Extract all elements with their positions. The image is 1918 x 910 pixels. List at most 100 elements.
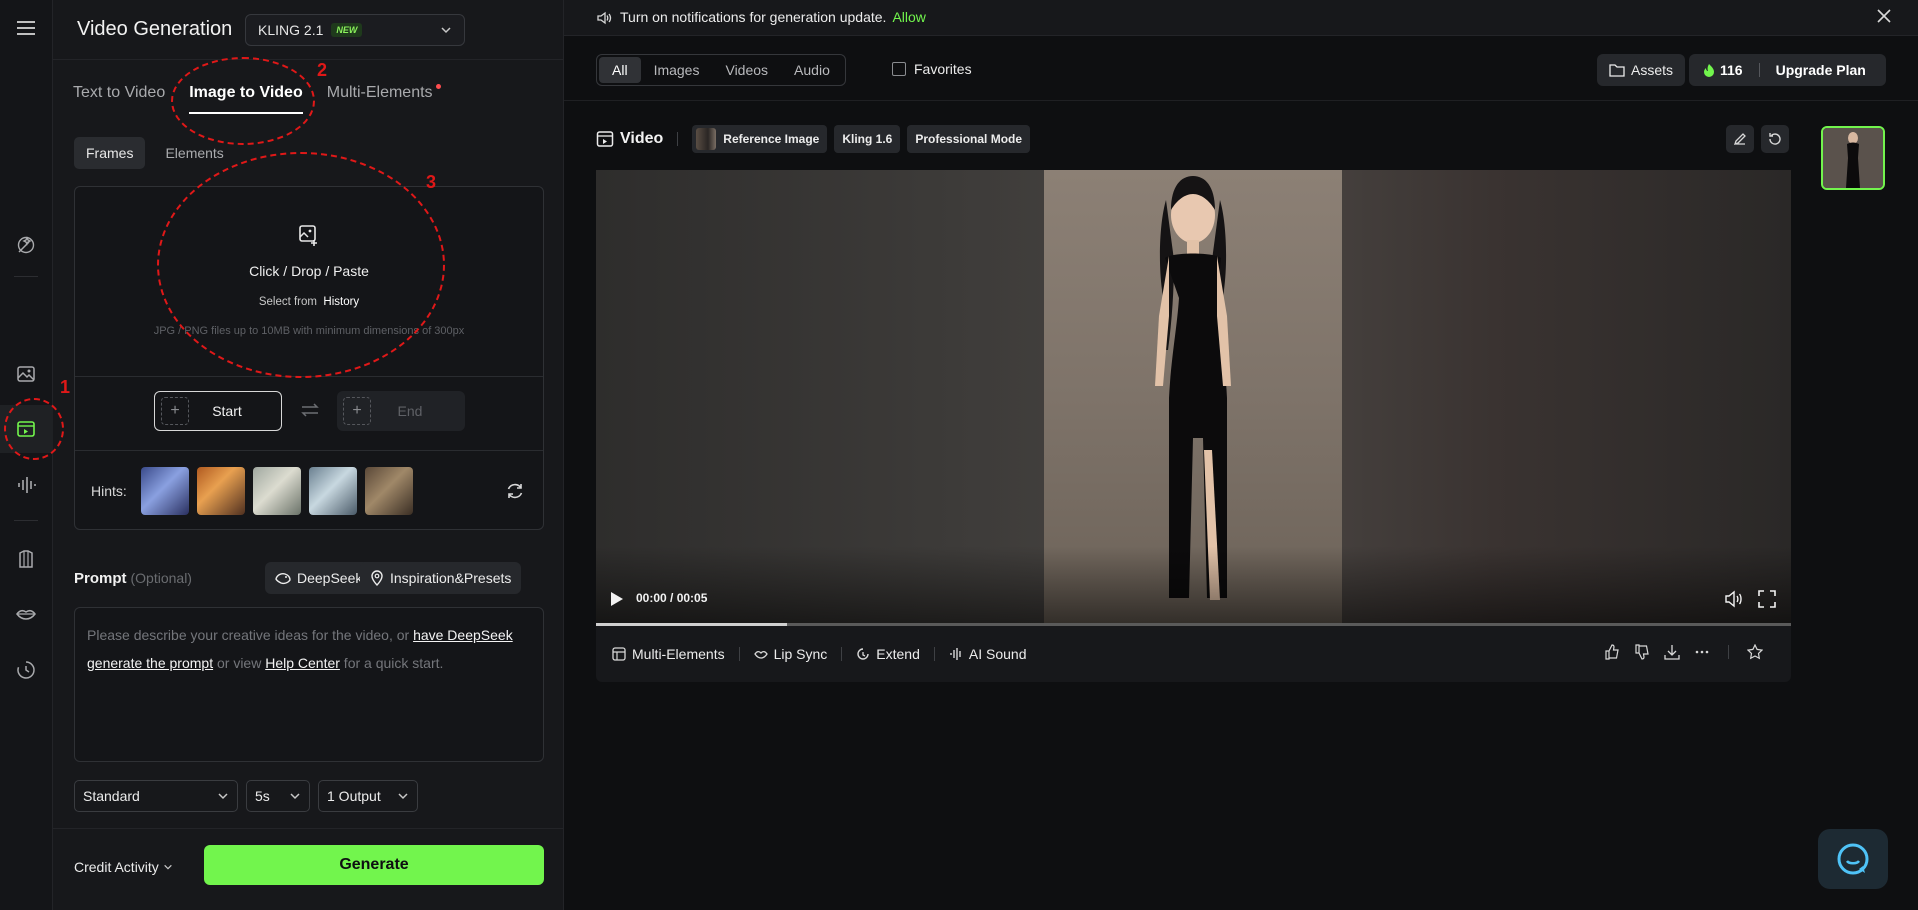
subtab-frames[interactable]: Frames [74, 137, 146, 169]
lip-sync-action[interactable]: Lip Sync [753, 646, 828, 662]
credit-activity-label: Credit Activity [74, 859, 159, 875]
chevron-down-icon [398, 793, 408, 800]
upgrade-plan-button[interactable]: Upgrade Plan [1776, 62, 1866, 78]
deepseek-label: DeepSeek [297, 570, 363, 586]
duration-select[interactable]: 5s [246, 780, 310, 812]
generation-thumbnail[interactable] [1821, 126, 1885, 190]
select-from-history: Select from History [75, 296, 543, 308]
prompt-placeholder-2: or view [213, 655, 266, 671]
hint-thumbnail[interactable] [253, 467, 301, 515]
deepseek-button[interactable]: DeepSeek [265, 562, 373, 594]
fullscreen-icon[interactable] [1758, 590, 1776, 608]
tab-image-to-video[interactable]: Image to Video [189, 84, 303, 114]
menu-icon[interactable] [12, 14, 40, 42]
generate-button[interactable]: Generate [204, 845, 544, 885]
magic-wand-icon[interactable] [12, 231, 40, 259]
help-center-link[interactable]: Help Center [265, 655, 340, 671]
image-drop-zone[interactable]: Click / Drop / Paste Select from History… [75, 187, 543, 377]
rail-divider [14, 520, 38, 521]
filter-videos[interactable]: Videos [712, 57, 781, 83]
filter-all[interactable]: All [599, 57, 641, 83]
start-frame-button[interactable]: + Start [154, 391, 282, 431]
inspiration-presets-button[interactable]: Inspiration&Presets [360, 562, 522, 594]
regenerate-icon[interactable] [1761, 125, 1789, 153]
video-header: Video Reference Image Kling 1.6 Professi… [596, 124, 1037, 154]
reference-image-tag[interactable]: Reference Image [692, 125, 828, 153]
lip-sync-label: Lip Sync [773, 646, 828, 662]
thumbs-up-icon[interactable] [1604, 644, 1620, 660]
multi-elements-label: Multi-Elements [632, 646, 725, 662]
tab-text-to-video[interactable]: Text to Video [73, 84, 165, 114]
annotation-number-2: 2 [317, 60, 328, 80]
more-icon[interactable] [1694, 644, 1710, 660]
extend-label: Extend [876, 646, 920, 662]
divider [841, 647, 843, 661]
credit-activity-dropdown[interactable]: Credit Activity [74, 859, 173, 875]
volume-icon[interactable] [1724, 590, 1744, 608]
notification-text: Turn on notifications for generation upd… [620, 9, 887, 25]
assets-button[interactable]: Assets [1597, 54, 1686, 86]
whale-icon [275, 573, 291, 585]
help-chat-button[interactable] [1818, 829, 1888, 889]
edit-icon[interactable] [1726, 125, 1754, 153]
image-icon[interactable] [12, 360, 40, 388]
thumbs-down-icon[interactable] [1634, 644, 1650, 660]
favorites-label: Favorites [914, 61, 972, 77]
upgrade-bar[interactable]: 116 Upgrade Plan [1689, 54, 1886, 86]
end-frame-button[interactable]: + End [337, 391, 465, 431]
mode-tag: Professional Mode [907, 125, 1031, 153]
reference-image-label: Reference Image [723, 132, 820, 146]
extend-action[interactable]: Extend [856, 646, 920, 662]
icon-rail [0, 0, 53, 910]
hint-thumbnail[interactable] [365, 467, 413, 515]
start-frame-label: Start [212, 403, 242, 419]
checkbox-box [892, 62, 906, 76]
star-icon[interactable] [1747, 644, 1763, 660]
history-icon[interactable] [12, 656, 40, 684]
favorites-checkbox[interactable]: Favorites [892, 61, 972, 77]
app-root: Video Generation KLING 2.1 NEW Text to V… [0, 0, 1918, 910]
video-icon [596, 131, 614, 147]
divider [933, 647, 935, 661]
shirt-icon[interactable] [12, 545, 40, 573]
subtab-elements[interactable]: Elements [153, 137, 235, 169]
hint-thumbnail[interactable] [141, 467, 189, 515]
hint-thumbnail[interactable] [309, 467, 357, 515]
multi-elements-icon [612, 647, 626, 661]
allow-link[interactable]: Allow [892, 9, 925, 25]
tab-multi-elements-label: Multi-Elements [326, 84, 433, 101]
download-icon[interactable] [1664, 644, 1680, 660]
close-icon[interactable] [1876, 8, 1892, 24]
filter-images[interactable]: Images [641, 57, 713, 83]
output-count-select[interactable]: 1 Output [318, 780, 418, 812]
refresh-icon[interactable] [505, 481, 525, 506]
prompt-input[interactable]: Please describe your creative ideas for … [74, 607, 544, 762]
play-icon[interactable] [608, 591, 624, 607]
tab-multi-elements[interactable]: Multi-Elements [326, 84, 441, 114]
video-player[interactable]: 00:00 / 00:05 [596, 170, 1791, 626]
quality-select[interactable]: Standard [74, 780, 238, 812]
credits-count: 116 [1720, 62, 1743, 78]
multi-elements-action[interactable]: Multi-Elements [612, 646, 725, 662]
video-title: Video [620, 130, 664, 147]
hints-row: Hints: [75, 451, 543, 529]
swap-icon[interactable] [301, 403, 319, 422]
chevron-down-icon [218, 793, 228, 800]
audio-wave-icon[interactable] [12, 471, 40, 499]
plus-icon: + [161, 397, 189, 425]
video-icon[interactable] [12, 415, 40, 443]
filter-audio[interactable]: Audio [781, 57, 843, 83]
reference-thumbnail [696, 128, 717, 150]
sub-tabs: Frames Elements [74, 137, 236, 169]
ai-sound-action[interactable]: AI Sound [949, 646, 1027, 662]
chevron-down-icon [163, 864, 172, 870]
mode-tabs: Text to Video Image to Video Multi-Eleme… [73, 84, 457, 114]
playback-time: 00:00 / 00:05 [636, 591, 708, 605]
history-link[interactable]: History [323, 296, 359, 308]
hint-thumbnail[interactable] [197, 467, 245, 515]
assets-label: Assets [1631, 62, 1674, 78]
model-select[interactable]: KLING 2.1 NEW [245, 14, 465, 46]
select-prefix: Select from [258, 296, 317, 308]
end-frame-label: End [397, 403, 423, 419]
lips-icon[interactable] [12, 600, 40, 628]
